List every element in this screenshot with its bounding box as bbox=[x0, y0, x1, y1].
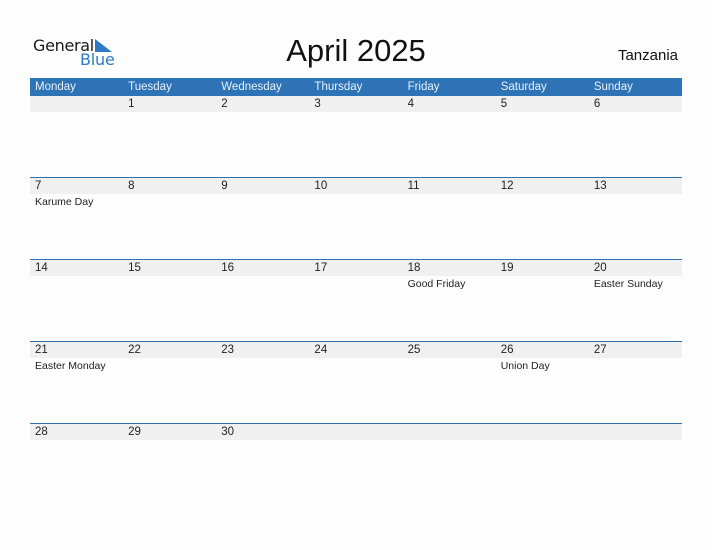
day-number: 13 bbox=[593, 180, 607, 192]
event-row: Good Friday Easter Sunday bbox=[30, 276, 682, 290]
day-number: 10 bbox=[314, 180, 328, 192]
holiday-label bbox=[589, 194, 682, 208]
holiday-label: Karume Day bbox=[35, 196, 94, 208]
event-row bbox=[30, 112, 682, 114]
holiday-label bbox=[123, 112, 216, 114]
day-number: 9 bbox=[221, 180, 228, 192]
holiday-label bbox=[216, 194, 309, 208]
day-number: 28 bbox=[35, 426, 48, 438]
day-number: 25 bbox=[407, 344, 421, 356]
day-number: 20 bbox=[593, 262, 607, 274]
day-number bbox=[309, 424, 402, 440]
holiday-label bbox=[403, 194, 496, 208]
event-row: Karume Day bbox=[30, 194, 682, 208]
date-number-row: 28 29 30 bbox=[30, 424, 682, 440]
day-number: 24 bbox=[314, 344, 328, 356]
event-row bbox=[30, 440, 682, 442]
day-number: 29 bbox=[128, 426, 141, 438]
weekday-saturday: Saturday bbox=[500, 81, 547, 93]
holiday-label bbox=[123, 276, 216, 290]
holiday-label bbox=[309, 440, 402, 442]
day-number: 3 bbox=[314, 98, 321, 110]
holiday-label bbox=[589, 358, 682, 372]
day-number: 18 bbox=[407, 262, 421, 274]
date-number-row: 1 2 3 4 5 6 bbox=[30, 96, 682, 112]
day-number: 15 bbox=[128, 262, 141, 274]
holiday-label bbox=[496, 112, 589, 114]
holiday-label: Good Friday bbox=[407, 278, 466, 290]
week-row: 21 22 23 24 25 26 27 Easter Monday Union Day bbox=[30, 341, 682, 423]
day-number: 16 bbox=[221, 262, 235, 274]
holiday-label bbox=[216, 440, 309, 442]
week-row: 1 2 3 4 5 6 bbox=[30, 96, 682, 177]
day-number: 6 bbox=[593, 98, 601, 110]
holiday-label bbox=[309, 276, 402, 290]
calendar-grid: Monday Tuesday Wednesday Thursday Friday… bbox=[30, 78, 682, 505]
holiday-label bbox=[496, 194, 589, 208]
day-number: 26 bbox=[500, 344, 514, 356]
weekday-friday: Friday bbox=[407, 81, 440, 93]
country-label: Tanzania bbox=[617, 47, 678, 64]
weekday-tuesday: Tuesday bbox=[128, 81, 172, 93]
weekday-header: Monday Tuesday Wednesday Thursday Friday… bbox=[30, 78, 682, 96]
day-number: 7 bbox=[35, 180, 42, 192]
holiday-label bbox=[403, 358, 496, 372]
day-number: 14 bbox=[35, 262, 48, 274]
holiday-label bbox=[496, 440, 589, 442]
weeks-container: 1 2 3 4 5 6 7 8 9 10 11 12 13 Karume Day 14 15 16 17 18 19 2… bbox=[30, 96, 682, 505]
holiday-label: Easter Monday bbox=[35, 360, 106, 372]
holiday-label bbox=[123, 194, 216, 208]
holiday-label bbox=[216, 112, 309, 114]
day-number: 30 bbox=[221, 426, 235, 438]
holiday-label bbox=[216, 358, 309, 372]
day-number bbox=[30, 96, 123, 112]
holiday-label bbox=[403, 440, 496, 442]
day-number: 4 bbox=[407, 98, 414, 110]
day-number: 23 bbox=[221, 344, 235, 356]
holiday-label bbox=[309, 112, 402, 114]
day-number: 5 bbox=[500, 98, 508, 110]
holiday-label bbox=[123, 358, 216, 372]
holiday-label bbox=[30, 440, 123, 442]
day-number bbox=[403, 424, 496, 440]
day-number: 8 bbox=[128, 180, 135, 192]
day-number: 22 bbox=[128, 344, 141, 356]
holiday-label bbox=[496, 276, 589, 290]
date-number-row: 7 8 9 10 11 12 13 bbox=[30, 178, 682, 194]
week-row: 14 15 16 17 18 19 20 Good Friday Easter Sunday bbox=[30, 259, 682, 341]
holiday-label bbox=[403, 112, 496, 114]
day-number: 17 bbox=[314, 262, 328, 274]
day-number: 11 bbox=[407, 180, 420, 192]
day-number: 2 bbox=[221, 98, 228, 110]
holiday-label bbox=[589, 112, 682, 114]
week-row: 28 29 30 bbox=[30, 423, 682, 505]
day-number: 27 bbox=[593, 344, 607, 356]
holiday-label: Easter Sunday bbox=[593, 278, 663, 290]
holiday-label: Union Day bbox=[500, 360, 550, 372]
holiday-label bbox=[216, 276, 309, 290]
day-number: 21 bbox=[35, 344, 48, 356]
week-row: 7 8 9 10 11 12 13 Karume Day bbox=[30, 177, 682, 259]
weekday-thursday: Thursday bbox=[314, 81, 363, 93]
event-row: Easter Monday Union Day bbox=[30, 358, 682, 372]
day-number: 12 bbox=[500, 180, 514, 192]
day-number: 19 bbox=[500, 262, 514, 274]
weekday-monday: Monday bbox=[35, 81, 76, 93]
holiday-label bbox=[30, 276, 123, 290]
holiday-label bbox=[309, 194, 402, 208]
day-number: 1 bbox=[128, 98, 135, 110]
holiday-label bbox=[309, 358, 402, 372]
calendar-title: April 2025 bbox=[286, 33, 426, 68]
date-number-row: 14 15 16 17 18 19 20 bbox=[30, 260, 682, 276]
day-number bbox=[496, 424, 589, 440]
holiday-label bbox=[123, 440, 216, 442]
weekday-sunday: Sunday bbox=[593, 81, 633, 93]
holiday-label bbox=[30, 112, 123, 114]
weekday-wednesday: Wednesday bbox=[221, 81, 282, 93]
holiday-label bbox=[589, 440, 682, 442]
date-number-row: 21 22 23 24 25 26 27 bbox=[30, 342, 682, 358]
day-number bbox=[589, 424, 682, 440]
